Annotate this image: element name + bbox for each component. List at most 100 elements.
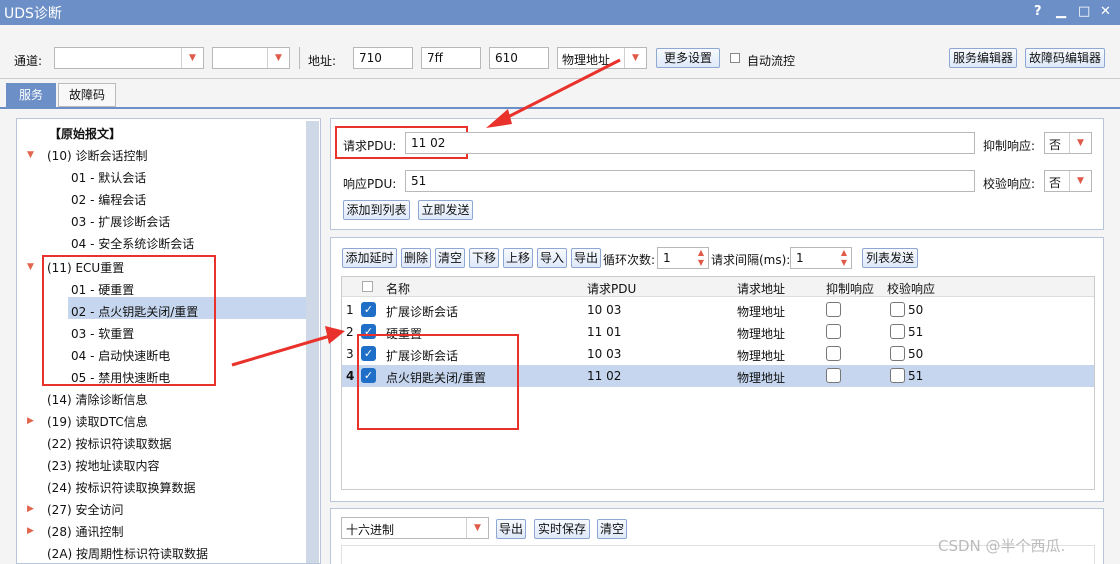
- header-verify[interactable]: 校验响应: [887, 280, 935, 297]
- grid-header: 名称 请求PDU 请求地址 抑制响应 校验响应: [342, 277, 1094, 297]
- tree-item-27[interactable]: (27) 安全访问: [47, 501, 123, 518]
- tree-item-23[interactable]: (23) 按地址读取内容: [47, 457, 159, 474]
- address-field-1[interactable]: 710: [353, 47, 413, 69]
- tree-item-19[interactable]: (19) 读取DTC信息: [47, 413, 148, 430]
- interval-stepper[interactable]: 1 ▲ ▼: [790, 247, 852, 269]
- chevron-down-icon: ▼: [624, 48, 646, 68]
- tab-underline: [0, 107, 1120, 109]
- expand-arrow-icon[interactable]: ▼: [27, 262, 34, 272]
- tree-item-10-01[interactable]: 01 - 默认会话: [71, 169, 146, 186]
- row-verify-checkbox[interactable]: [890, 324, 905, 339]
- add-to-list-button[interactable]: 添加到列表: [343, 200, 410, 220]
- select-all-checkbox[interactable]: [362, 281, 373, 292]
- add-delay-button[interactable]: 添加延时: [342, 248, 397, 268]
- collapse-arrow-icon[interactable]: ▶: [27, 526, 34, 536]
- tree-item-14[interactable]: (14) 清除诊断信息: [47, 391, 147, 408]
- dtc-editor-button[interactable]: 故障码编辑器: [1025, 48, 1105, 68]
- row-pdu: 10 03: [587, 303, 622, 317]
- export-button[interactable]: 导出: [571, 248, 601, 268]
- auto-flow-checkbox[interactable]: [730, 53, 740, 63]
- collapse-arrow-icon[interactable]: ▶: [27, 416, 34, 426]
- row-suppress-checkbox[interactable]: [826, 302, 841, 317]
- header-suppress[interactable]: 抑制响应: [826, 280, 874, 297]
- tab-dtc[interactable]: 故障码: [58, 83, 116, 107]
- service-editor-button[interactable]: 服务编辑器: [949, 48, 1017, 68]
- send-now-button[interactable]: 立即发送: [418, 200, 473, 220]
- row-verify-checkbox[interactable]: [890, 302, 905, 317]
- response-pdu-input[interactable]: 51: [405, 170, 975, 192]
- row-suppress-checkbox[interactable]: [826, 346, 841, 361]
- list-send-button[interactable]: 列表发送: [862, 248, 918, 268]
- annotation-box-ecu-reset: [42, 255, 216, 386]
- suppress-value: 否: [1049, 138, 1062, 152]
- close-icon[interactable]: ✕: [1100, 4, 1111, 19]
- tab-services[interactable]: 服务: [6, 83, 56, 107]
- channel-option-select[interactable]: ▼: [212, 47, 290, 69]
- annotation-box-list-rows: [357, 334, 519, 430]
- row-checkbox[interactable]: ✓: [361, 302, 376, 317]
- move-down-button[interactable]: 下移: [469, 248, 499, 268]
- header-addr[interactable]: 请求地址: [737, 280, 785, 297]
- suppress-label: 抑制响应:: [983, 139, 1036, 153]
- stepper-up-icon[interactable]: ▲: [698, 248, 704, 257]
- response-pdu-label: 响应PDU:: [343, 177, 397, 191]
- maximize-icon[interactable]: □: [1078, 4, 1090, 19]
- row-verify-checkbox[interactable]: [890, 346, 905, 361]
- row-verify-checkbox[interactable]: [890, 368, 905, 383]
- tree-item-10[interactable]: (10) 诊断会话控制: [47, 147, 147, 164]
- stepper-up-icon[interactable]: ▲: [841, 248, 847, 257]
- loop-count-stepper[interactable]: 1 ▲ ▼: [657, 247, 709, 269]
- import-button[interactable]: 导入: [537, 248, 567, 268]
- tree-item-28[interactable]: (28) 通讯控制: [47, 523, 123, 540]
- help-icon[interactable]: ?: [1034, 4, 1042, 19]
- expand-arrow-icon[interactable]: ▼: [27, 150, 34, 160]
- row-number: 4: [346, 369, 355, 383]
- address-field-2[interactable]: 7ff: [421, 47, 481, 69]
- address-type-select[interactable]: 物理地址 ▼: [557, 47, 647, 69]
- address-type-value: 物理地址: [562, 53, 611, 67]
- request-pdu-input[interactable]: 11 02: [405, 132, 975, 154]
- row-verify-value: 51: [908, 369, 924, 383]
- tree-item-2a[interactable]: (2A) 按周期性标识符读取数据: [47, 545, 208, 562]
- header-name[interactable]: 名称: [386, 280, 410, 297]
- row-suppress-checkbox[interactable]: [826, 324, 841, 339]
- header-pdu[interactable]: 请求PDU: [587, 280, 636, 297]
- output-format-value: 十六进制: [346, 523, 395, 537]
- stepper-down-icon[interactable]: ▼: [698, 258, 704, 267]
- interval-value: 1: [796, 251, 804, 265]
- minimize-icon[interactable]: ▁: [1056, 4, 1066, 19]
- tree-item-10-02[interactable]: 02 - 编程会话: [71, 191, 146, 208]
- stepper-down-icon[interactable]: ▼: [841, 258, 847, 267]
- channel-select[interactable]: ▼: [54, 47, 204, 69]
- row-verify-value: 50: [908, 303, 924, 317]
- clear-button[interactable]: 清空: [435, 248, 465, 268]
- more-settings-button[interactable]: 更多设置: [656, 48, 720, 68]
- tree-item-24[interactable]: (24) 按标识符读取换算数据: [47, 479, 195, 496]
- row-pdu: 10 03: [587, 347, 622, 361]
- move-up-button[interactable]: 上移: [503, 248, 533, 268]
- row-addr: 物理地址: [737, 327, 786, 341]
- collapse-arrow-icon[interactable]: ▶: [27, 504, 34, 514]
- tree-item-10-03[interactable]: 03 - 扩展诊断会话: [71, 213, 170, 230]
- address-field-3[interactable]: 610: [489, 47, 549, 69]
- row-pdu: 11 01: [587, 325, 622, 339]
- output-format-select[interactable]: 十六进制 ▼: [341, 517, 489, 539]
- output-export-button[interactable]: 导出: [496, 519, 526, 539]
- verify-select[interactable]: 否 ▼: [1044, 170, 1092, 192]
- channel-label: 通道:: [14, 54, 43, 68]
- suppress-select[interactable]: 否 ▼: [1044, 132, 1092, 154]
- window-title: UDS诊断: [4, 6, 62, 22]
- output-clear-button[interactable]: 清空: [597, 519, 627, 539]
- request-list-panel: 添加延时 删除 清空 下移 上移 导入 导出 循环次数: 1 ▲ ▼ 请求间隔(ms…: [330, 237, 1104, 502]
- realtime-save-button[interactable]: 实时保存: [534, 519, 590, 539]
- row-number: 1: [346, 303, 354, 317]
- table-row[interactable]: 1 ✓ 扩展诊断会话 10 03 物理地址 50: [342, 299, 1094, 321]
- tree-item-22[interactable]: (22) 按标识符读取数据: [47, 435, 171, 452]
- tree-item-raw[interactable]: 【原始报文】: [49, 125, 121, 142]
- row-suppress-checkbox[interactable]: [826, 368, 841, 383]
- address-label: 地址:: [308, 54, 337, 68]
- divider: [299, 47, 300, 69]
- tree-scrollbar[interactable]: [306, 121, 319, 563]
- tree-item-10-04[interactable]: 04 - 安全系统诊断会话: [71, 235, 194, 252]
- delete-button[interactable]: 删除: [401, 248, 431, 268]
